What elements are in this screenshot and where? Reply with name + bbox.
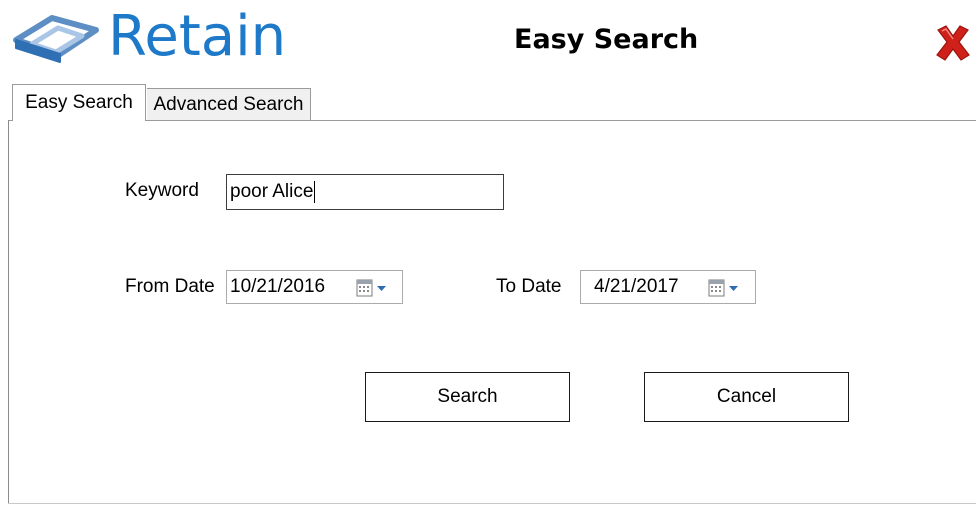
- search-button[interactable]: Search: [365, 372, 570, 422]
- from-date-label: From Date: [125, 276, 215, 297]
- tab-divider: [8, 120, 976, 121]
- tab-strip: Easy Search Advanced Search: [8, 84, 976, 121]
- logo-text: Retain: [108, 4, 287, 69]
- cancel-button[interactable]: Cancel: [644, 372, 849, 422]
- calendar-dropdown-icon[interactable]: [707, 278, 743, 298]
- panel-border-left: [8, 120, 9, 504]
- retain-logo-icon: [13, 15, 99, 63]
- close-icon: [936, 25, 970, 61]
- tab-advanced-search[interactable]: Advanced Search: [147, 88, 311, 120]
- easy-search-window: Retain Easy Search Easy Search Advanced …: [0, 0, 976, 510]
- keyword-input-value: poor Alice: [230, 181, 314, 202]
- from-date-picker[interactable]: 10/21/2016: [226, 270, 403, 304]
- keyword-label: Keyword: [125, 180, 199, 201]
- keyword-input[interactable]: poor Alice: [226, 174, 504, 210]
- to-date-picker[interactable]: 4/21/2017: [580, 270, 756, 304]
- from-date-value: 10/21/2016: [230, 276, 326, 297]
- text-caret: [314, 181, 316, 203]
- panel-border-bottom: [8, 503, 976, 504]
- to-date-value: 4/21/2017: [594, 276, 679, 297]
- close-button[interactable]: [932, 22, 974, 64]
- retain-logo: Retain: [12, 4, 292, 72]
- tab-easy-search[interactable]: Easy Search: [12, 84, 146, 121]
- to-date-label: To Date: [496, 276, 562, 297]
- calendar-dropdown-icon[interactable]: [355, 278, 391, 298]
- dialog-title: Easy Search: [514, 24, 699, 55]
